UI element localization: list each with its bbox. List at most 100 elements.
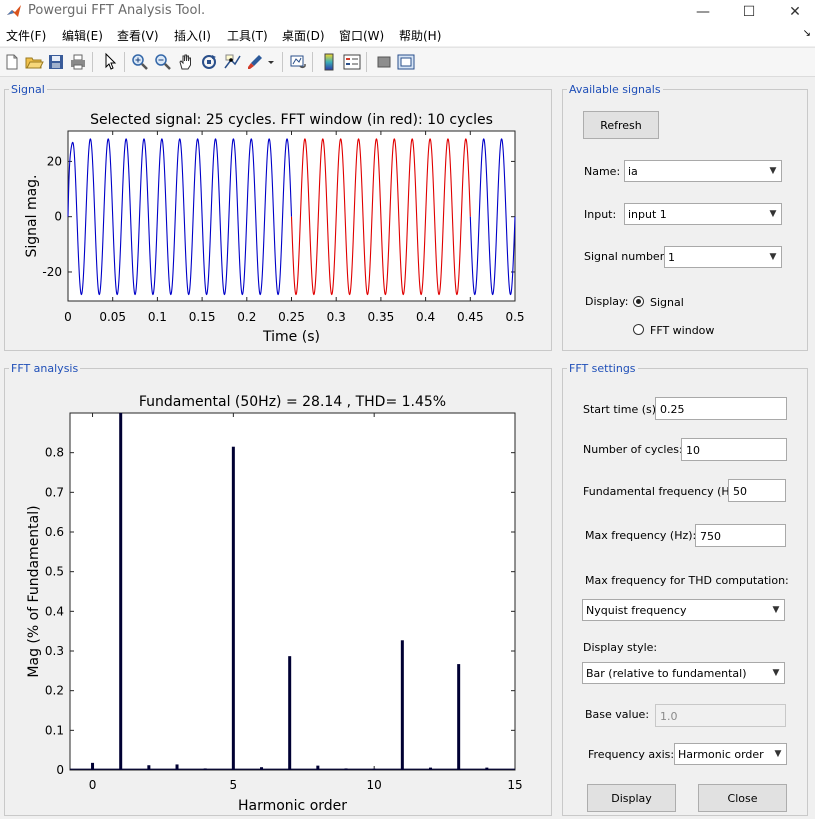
menu-file[interactable]: 文件(F)	[6, 27, 46, 44]
available-signals-panel-title: Available signals	[569, 83, 661, 96]
harmonic-bar-8	[316, 765, 320, 770]
maximize-icon: ☐	[742, 4, 756, 20]
insert-legend-icon[interactable]	[342, 52, 362, 72]
display-signal-radio[interactable]	[633, 296, 644, 307]
harmonic-bar-7	[288, 656, 292, 770]
brush-icon[interactable]	[245, 52, 265, 72]
window-title: Powergui FFT Analysis Tool.	[28, 3, 206, 18]
signal-chart[interactable]: Selected signal: 25 cycles. FFT window (…	[4, 100, 552, 350]
toolbar-separator	[92, 52, 93, 72]
radio-selected-dot	[636, 299, 641, 304]
signal-panel-title: Signal	[11, 83, 45, 96]
matlab-app-icon	[7, 5, 21, 17]
pan-hand-icon[interactable]	[176, 52, 196, 72]
pointer-icon[interactable]	[100, 52, 120, 72]
zoom-in-icon[interactable]	[130, 52, 150, 72]
maximize-button[interactable]: ☐	[726, 0, 772, 24]
close-button[interactable]: Close	[698, 784, 787, 812]
harmonic-bar-5	[231, 446, 235, 770]
brush-dropdown-icon[interactable]	[266, 52, 276, 72]
name-dropdown-value: ia	[628, 165, 638, 178]
name-dropdown[interactable]: ia ▼	[624, 160, 782, 182]
x-tick-label: 0	[64, 310, 72, 324]
y-tick-label: 0.3	[45, 644, 64, 658]
dock-arrow-icon[interactable]: ↘	[803, 28, 811, 39]
y-tick-label: 0	[54, 210, 62, 224]
fft-chart[interactable]: Fundamental (50Hz) = 28.14 , THD= 1.45% 0…	[4, 380, 552, 816]
frequency-axis-value: Harmonic order	[678, 748, 764, 761]
menu-tools[interactable]: 工具(T)	[227, 27, 268, 44]
close-icon: ✕	[789, 4, 801, 20]
y-tick-label: -20	[42, 265, 62, 279]
harmonic-bar-6	[260, 767, 264, 770]
y-tick-label: 0.8	[45, 446, 64, 460]
title-bar: Powergui FFT Analysis Tool. — ☐ ✕	[0, 0, 815, 24]
open-folder-icon[interactable]	[24, 52, 44, 72]
menu-view[interactable]: 查看(V)	[117, 27, 159, 44]
y-tick-label: 20	[47, 154, 62, 168]
input-dropdown[interactable]: input 1 ▼	[624, 203, 782, 225]
fft-settings-panel-title: FFT settings	[569, 362, 636, 375]
fundamental-frequency-field[interactable]: 50	[728, 479, 786, 502]
menu-desktop[interactable]: 桌面(D)	[282, 27, 325, 44]
menu-window[interactable]: 窗口(W)	[339, 27, 384, 44]
toolbar-separator	[312, 52, 313, 72]
harmonic-bar-3	[175, 764, 179, 770]
display-signal-label[interactable]: Signal	[650, 296, 684, 309]
harmonic-bar-9	[344, 768, 348, 770]
menu-insert[interactable]: 插入(I)	[174, 27, 211, 44]
display-style-dropdown[interactable]: Bar (relative to fundamental) ▼	[582, 662, 785, 684]
zoom-out-icon[interactable]	[153, 52, 173, 72]
menu-help[interactable]: 帮助(H)	[399, 27, 441, 44]
toolbar	[0, 47, 815, 77]
menu-edit[interactable]: 编辑(E)	[62, 27, 103, 44]
fundamental-frequency-label: Fundamental frequency (Hz):	[583, 485, 744, 498]
chevron-down-icon: ▼	[764, 204, 781, 224]
chevron-down-icon: ▼	[764, 247, 781, 267]
harmonic-bar-13	[457, 664, 461, 770]
data-cursor-icon[interactable]	[222, 52, 242, 72]
x-tick-label: 10	[367, 778, 382, 792]
display-fft-window-label[interactable]: FFT window	[650, 324, 714, 337]
chevron-down-icon: ▼	[767, 663, 784, 683]
y-axis-label: Signal mag.	[24, 174, 40, 257]
x-tick-label: 15	[507, 778, 522, 792]
x-tick-label: 0	[89, 778, 97, 792]
new-file-icon[interactable]	[2, 52, 22, 72]
link-plot-icon[interactable]	[288, 52, 308, 72]
refresh-button[interactable]: Refresh	[583, 111, 659, 139]
signal-number-dropdown[interactable]: 1 ▼	[664, 246, 782, 268]
rotate-3d-icon[interactable]	[199, 52, 219, 72]
insert-colorbar-icon[interactable]	[319, 52, 339, 72]
x-tick-label: 0.15	[189, 310, 216, 324]
x-tick-label: 0.35	[368, 310, 395, 324]
start-time-field[interactable]: 0.25	[655, 397, 787, 420]
number-of-cycles-value: 10	[686, 444, 700, 457]
y-tick-label: 0.1	[45, 723, 64, 737]
fundamental-frequency-value: 50	[733, 485, 747, 498]
harmonic-bar-10	[372, 768, 376, 770]
show-plot-tools-icon[interactable]	[396, 52, 416, 72]
hide-plot-tools-icon[interactable]	[374, 52, 394, 72]
menu-bar: 文件(F) 编辑(E) 查看(V) 插入(I) 工具(T) 桌面(D) 窗口(W…	[0, 24, 815, 46]
minimize-button[interactable]: —	[680, 0, 726, 24]
save-icon[interactable]	[46, 52, 66, 72]
thd-max-frequency-dropdown[interactable]: Nyquist frequency ▼	[582, 599, 785, 621]
harmonic-bar-1	[119, 413, 123, 770]
x-tick-label: 0.4	[416, 310, 435, 324]
start-time-value: 0.25	[660, 403, 685, 416]
number-of-cycles-field[interactable]: 10	[681, 438, 787, 461]
print-icon[interactable]	[68, 52, 88, 72]
thd-max-frequency-value: Nyquist frequency	[586, 604, 687, 617]
input-label: Input:	[584, 208, 617, 221]
x-tick-label: 0.25	[278, 310, 305, 324]
number-of-cycles-label: Number of cycles:	[583, 443, 683, 456]
harmonic-bar-2	[147, 765, 151, 770]
display-fft-window-radio[interactable]	[633, 324, 644, 335]
close-window-button[interactable]: ✕	[772, 0, 815, 24]
frequency-axis-dropdown[interactable]: Harmonic order ▼	[674, 743, 787, 765]
start-time-label: Start time (s):	[583, 403, 660, 416]
display-button[interactable]: Display	[587, 784, 676, 812]
harmonic-bar-0	[91, 762, 95, 770]
max-frequency-field[interactable]: 750	[695, 524, 786, 547]
